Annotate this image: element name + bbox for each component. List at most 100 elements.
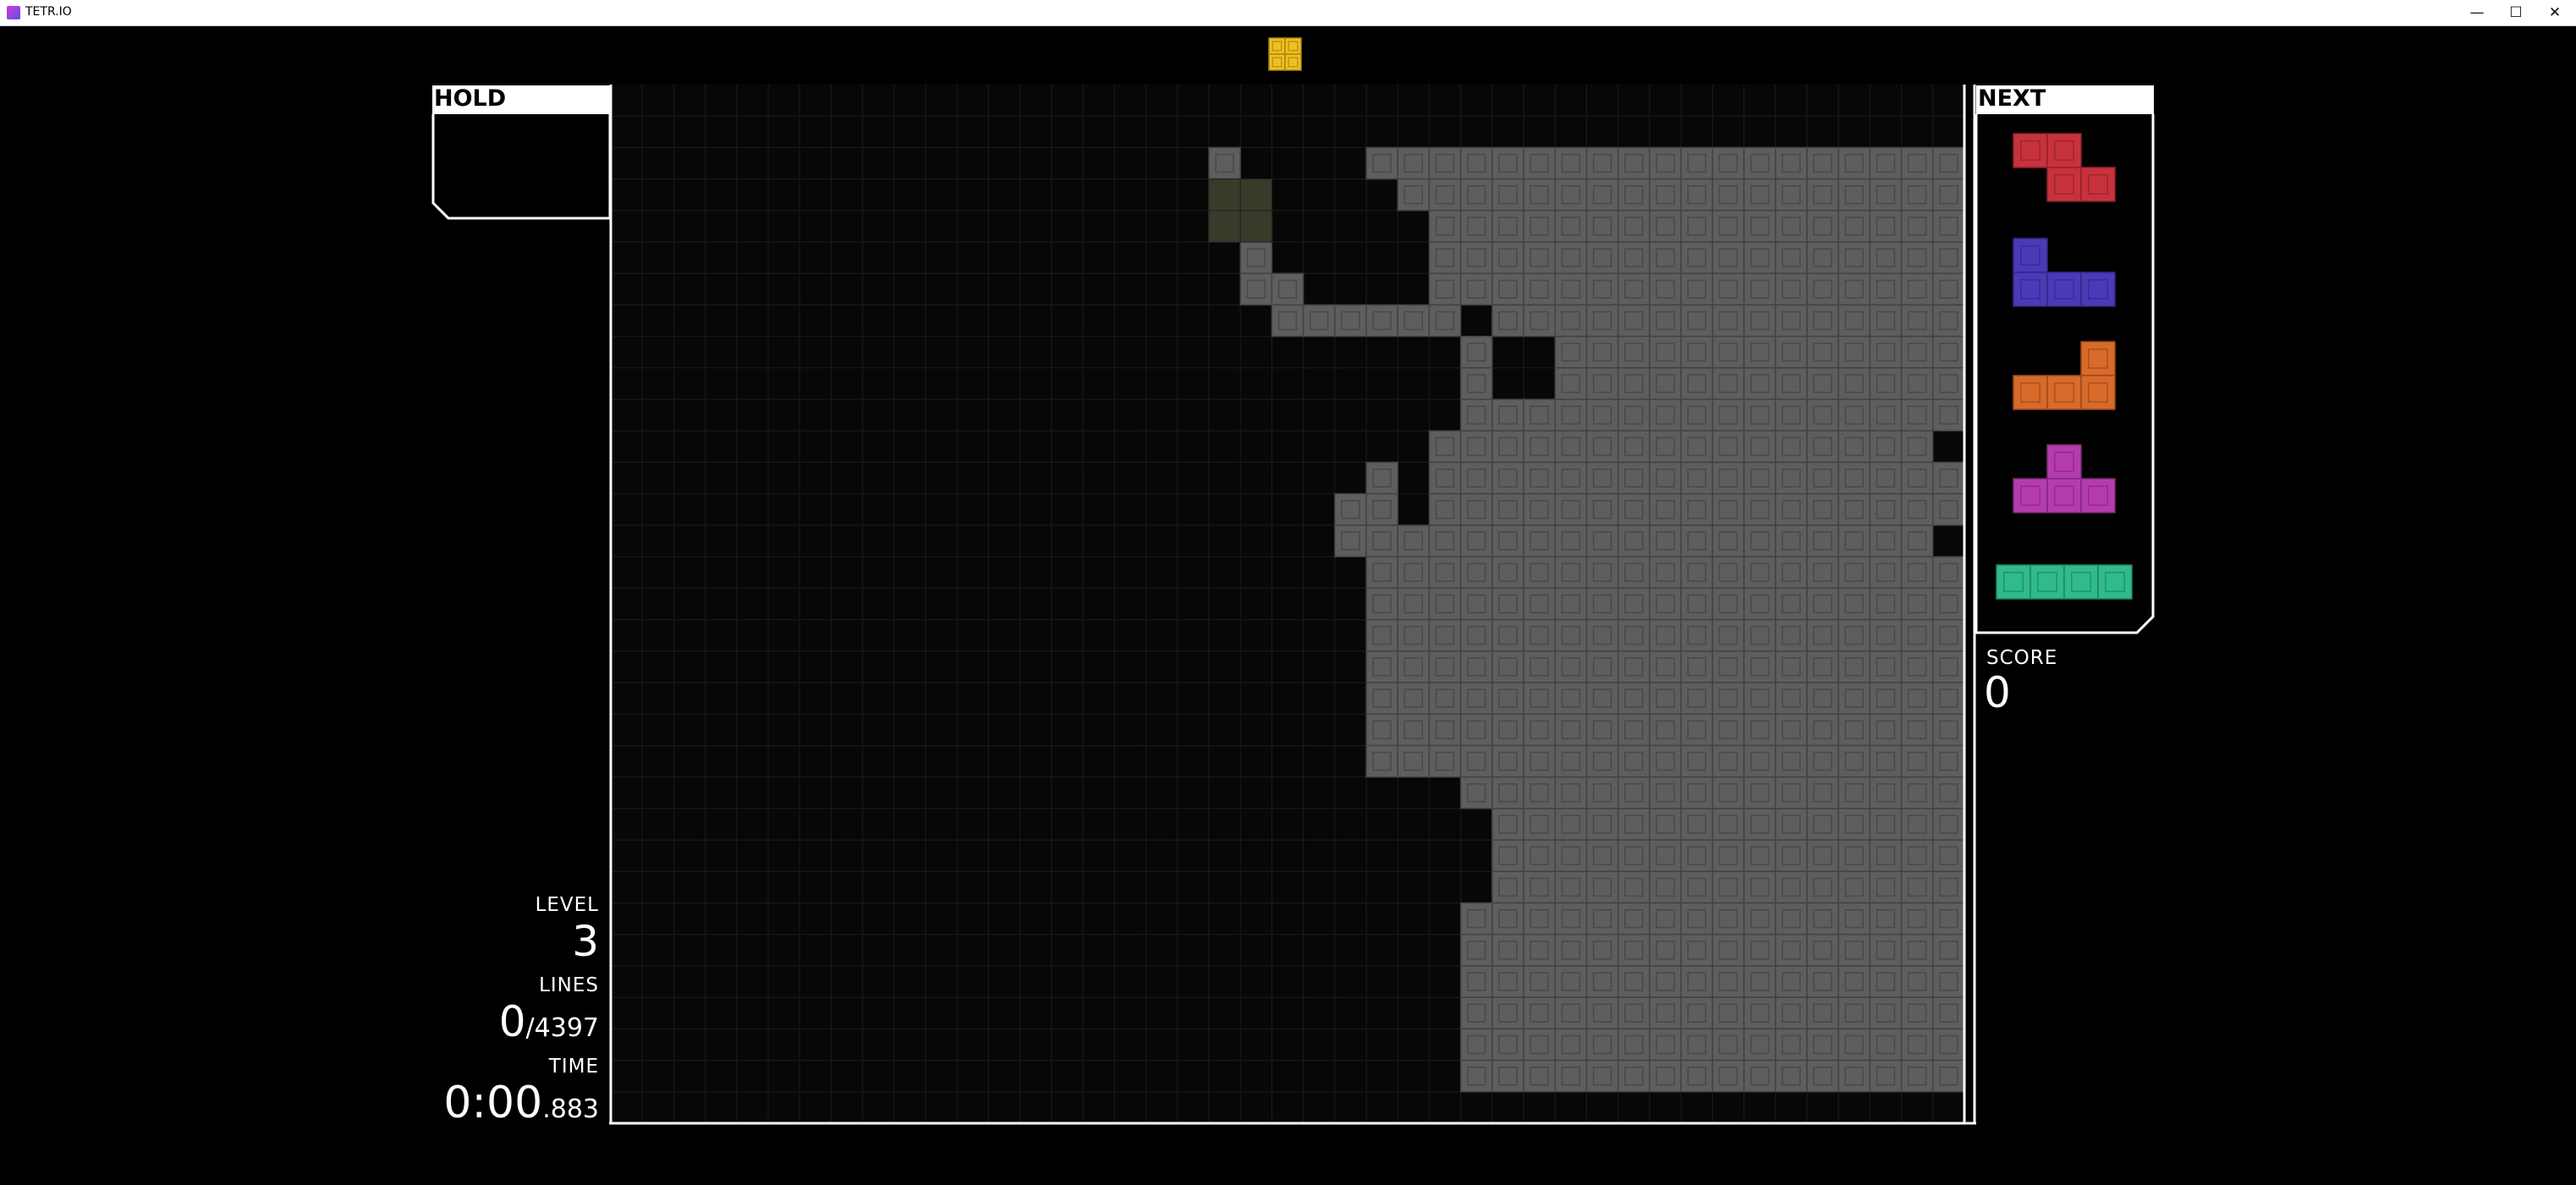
garbage-cell xyxy=(1774,304,1808,337)
garbage-cell xyxy=(1869,556,1903,590)
garbage-cell xyxy=(1869,524,1903,557)
garbage-cell xyxy=(1554,335,1588,369)
garbage-cell xyxy=(1554,272,1588,306)
garbage-cell xyxy=(1711,461,1745,495)
garbage-cell xyxy=(1523,461,1557,495)
garbage-cell xyxy=(1397,524,1431,557)
garbage-cell xyxy=(1523,650,1557,683)
garbage-cell xyxy=(1806,524,1839,557)
garbage-cell xyxy=(1932,650,1965,683)
garbage-cell xyxy=(1869,618,1903,652)
garbage-cell xyxy=(1617,996,1651,1030)
garbage-cell xyxy=(1459,146,1493,180)
garbage-cell xyxy=(1743,902,1777,935)
garbage-cell xyxy=(1869,713,1903,747)
garbage-cell xyxy=(1743,493,1777,526)
garbage-cell xyxy=(1649,587,1682,621)
garbage-cell xyxy=(1554,776,1588,809)
garbage-cell xyxy=(1932,241,1965,275)
next-piece-j-cell xyxy=(2013,238,2048,273)
garbage-cell xyxy=(1743,808,1777,841)
garbage-cell xyxy=(1554,430,1588,464)
garbage-cell xyxy=(1837,587,1871,621)
garbage-cell xyxy=(1932,587,1965,621)
garbage-cell xyxy=(1459,398,1493,432)
garbage-cell xyxy=(1869,808,1903,841)
garbage-cell xyxy=(1459,272,1493,306)
garbage-cell xyxy=(1932,870,1965,904)
hold-label: HOLD xyxy=(434,85,507,112)
garbage-cell xyxy=(1837,965,1871,998)
garbage-cell xyxy=(1523,870,1557,904)
garbage-cell xyxy=(1711,744,1745,778)
garbage-cell xyxy=(1837,713,1871,747)
garbage-cell xyxy=(1932,304,1965,337)
garbage-cell xyxy=(1397,556,1431,590)
garbage-cell xyxy=(1932,493,1965,526)
garbage-cell xyxy=(1837,398,1871,432)
garbage-cell xyxy=(1649,744,1682,778)
garbage-cell xyxy=(1680,839,1714,873)
garbage-cell xyxy=(1649,650,1682,683)
garbage-cell xyxy=(1806,367,1839,400)
garbage-cell xyxy=(1459,682,1493,715)
garbage-cell xyxy=(1680,587,1714,621)
garbage-cell xyxy=(1459,1059,1493,1093)
garbage-cell xyxy=(1459,744,1493,778)
garbage-cell xyxy=(1774,682,1808,715)
garbage-cell xyxy=(1585,996,1619,1030)
time-value: 0:00.883 xyxy=(443,1076,599,1140)
garbage-cell xyxy=(1428,493,1462,526)
garbage-cell xyxy=(1932,996,1965,1030)
garbage-cell xyxy=(1869,398,1903,432)
garbage-cell xyxy=(1711,430,1745,464)
garbage-cell xyxy=(1491,241,1524,275)
garbage-cell xyxy=(1649,682,1682,715)
garbage-cell xyxy=(1523,776,1557,809)
garbage-cell xyxy=(1900,650,1934,683)
garbage-cell xyxy=(1428,524,1462,557)
garbage-cell xyxy=(1711,556,1745,590)
garbage-cell xyxy=(1932,713,1965,747)
garbage-cell xyxy=(1680,367,1714,400)
garbage-cell xyxy=(1523,965,1557,998)
garbage-cell xyxy=(1334,493,1367,526)
garbage-cell xyxy=(1491,587,1524,621)
garbage-cell xyxy=(1554,870,1588,904)
garbage-cell xyxy=(1837,839,1871,873)
garbage-cell xyxy=(1523,618,1557,652)
garbage-cell xyxy=(1554,178,1588,211)
next-piece-i-cell xyxy=(1996,564,2031,600)
garbage-cell xyxy=(1869,776,1903,809)
garbage-cell xyxy=(1397,304,1431,337)
garbage-cell xyxy=(1649,902,1682,935)
game-canvas[interactable] xyxy=(0,0,2576,1185)
garbage-cell xyxy=(1680,524,1714,557)
garbage-cell xyxy=(1711,524,1745,557)
next-piece-z-cell xyxy=(2080,167,2116,202)
garbage-cell xyxy=(1649,524,1682,557)
garbage-cell xyxy=(1900,556,1934,590)
garbage-cell xyxy=(1900,367,1934,400)
garbage-cell xyxy=(1837,146,1871,180)
garbage-cell xyxy=(1711,682,1745,715)
garbage-cell xyxy=(1397,587,1431,621)
garbage-cell xyxy=(1680,241,1714,275)
garbage-cell xyxy=(1743,870,1777,904)
garbage-cell xyxy=(1680,556,1714,590)
garbage-cell xyxy=(1806,902,1839,935)
next-piece-l-cell xyxy=(2080,341,2116,376)
garbage-cell xyxy=(1900,430,1934,464)
garbage-cell xyxy=(1617,776,1651,809)
time-label: TIME xyxy=(548,1056,599,1078)
garbage-cell xyxy=(1397,178,1431,211)
garbage-cell xyxy=(1711,996,1745,1030)
garbage-cell xyxy=(1743,1059,1777,1093)
garbage-cell xyxy=(1743,272,1777,306)
garbage-cell xyxy=(1932,744,1965,778)
garbage-cell xyxy=(1491,146,1524,180)
garbage-cell xyxy=(1806,776,1839,809)
garbage-cell xyxy=(1869,650,1903,683)
garbage-cell xyxy=(1743,241,1777,275)
garbage-cell xyxy=(1774,902,1808,935)
